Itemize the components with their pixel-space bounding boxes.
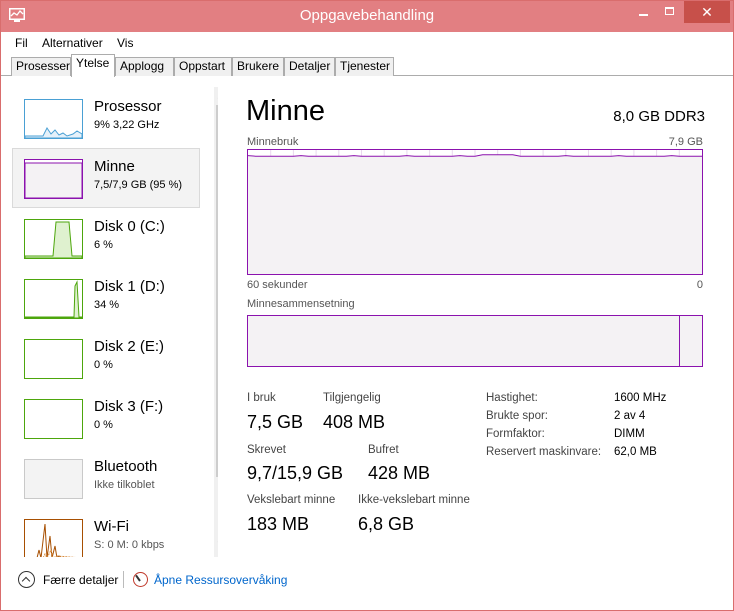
sidebar-item-wifi[interactable]: Wi-Fi S: 0 M: 0 kbps bbox=[12, 508, 200, 557]
sidebar-scrollbar[interactable]: ︿ ﹀ bbox=[214, 87, 218, 557]
minimize-icon bbox=[639, 14, 648, 16]
title-bar[interactable]: Oppgavebehandling ✕ bbox=[1, 1, 733, 32]
open-resource-monitor-link[interactable]: Åpne Ressursovervåking bbox=[154, 573, 287, 587]
tab-strip: Prosesser Ytelse Applogg Oppstart Bruker… bbox=[1, 53, 733, 77]
paged-pool-value: 183 MB bbox=[247, 514, 310, 534]
tab-services[interactable]: Tjenester bbox=[335, 57, 394, 76]
disk-2-value: 0 % bbox=[94, 359, 113, 371]
available-label: Tilgjengelig bbox=[323, 392, 381, 404]
memory-value: 7,5/7,9 GB (95 %) bbox=[94, 179, 183, 191]
slots-value: 2 av 4 bbox=[614, 410, 646, 422]
memory-usage-area bbox=[248, 154, 702, 274]
maximize-icon bbox=[665, 7, 674, 15]
memory-spec: 8,0 GB DDR3 bbox=[613, 108, 705, 125]
in-use-value: 7,5 GB bbox=[247, 412, 304, 432]
wifi-label: Wi-Fi bbox=[94, 518, 129, 535]
menu-file[interactable]: Fil bbox=[15, 36, 28, 50]
time-axis-left: 60 sekunder bbox=[247, 279, 308, 291]
committed-value: 9,7/15,9 GB bbox=[247, 463, 344, 483]
memory-usage-chart bbox=[247, 150, 702, 274]
fewer-details-button[interactable]: Færre detaljer bbox=[43, 573, 118, 587]
memory-thumbnail-graph bbox=[24, 159, 83, 199]
disk-1-thumbnail-graph bbox=[24, 279, 83, 319]
sidebar-item-memory[interactable]: Minne 7,5/7,9 GB (95 %) bbox=[12, 148, 200, 208]
footer-bar: Færre detaljer Åpne Ressursovervåking bbox=[1, 561, 733, 597]
non-paged-pool-label: Ikke-vekslebart minne bbox=[358, 494, 470, 506]
sidebar-item-bluetooth[interactable]: Bluetooth Ikke tilkoblet bbox=[12, 448, 200, 508]
scroll-thumb[interactable] bbox=[216, 105, 218, 477]
memory-detail-panel: Minne 8,0 GB DDR3 Minnebruk 7,9 GB 60 se… bbox=[233, 87, 723, 557]
speed-value: 1600 MHz bbox=[614, 392, 667, 404]
composition-label: Minnesammensetning bbox=[247, 298, 355, 310]
disk-3-thumbnail-graph bbox=[24, 399, 83, 439]
time-axis-right: 0 bbox=[696, 279, 703, 291]
sidebar-item-cpu[interactable]: Prosessor 9% 3,22 GHz bbox=[12, 88, 200, 148]
disk-0-value: 6 % bbox=[94, 239, 113, 251]
cpu-label: Prosessor bbox=[94, 98, 162, 115]
memory-label: Minne bbox=[94, 158, 135, 175]
menu-view[interactable]: Vis bbox=[117, 36, 133, 50]
disk-2-label: Disk 2 (E:) bbox=[94, 338, 165, 355]
non-paged-pool-value: 6,8 GB bbox=[358, 514, 415, 534]
cached-value: 428 MB bbox=[368, 463, 431, 483]
task-manager-window: Oppgavebehandling ✕ Fil Alternativer Vis… bbox=[0, 0, 734, 611]
paged-pool-label: Vekslebart minne bbox=[247, 494, 336, 506]
usage-graph-label: Minnebruk bbox=[247, 136, 299, 148]
scroll-down-arrow-icon[interactable]: ﹀ bbox=[214, 539, 219, 556]
sidebar-item-disk-3[interactable]: Disk 3 (F:) 0 % bbox=[12, 388, 200, 448]
close-icon: ✕ bbox=[701, 4, 713, 20]
cached-label: Bufret bbox=[368, 444, 399, 456]
slots-label: Brukte spor: bbox=[486, 410, 548, 422]
window-title: Oppgavebehandling bbox=[299, 7, 435, 24]
disk-2-thumbnail-graph bbox=[24, 339, 83, 379]
tab-startup[interactable]: Oppstart bbox=[174, 57, 232, 76]
disk-3-value: 0 % bbox=[94, 419, 113, 431]
disk-3-label: Disk 3 (F:) bbox=[94, 398, 164, 415]
wifi-thumbnail-graph bbox=[24, 519, 83, 557]
form-factor-label: Formfaktor: bbox=[486, 428, 545, 440]
tab-performance[interactable]: Ytelse bbox=[71, 54, 115, 77]
disk-1-label: Disk 1 (D:) bbox=[94, 278, 165, 295]
usage-graph-max: 7,9 GB bbox=[668, 136, 703, 148]
reserved-label: Reservert maskinvare: bbox=[486, 446, 602, 458]
tab-processes[interactable]: Prosesser bbox=[11, 57, 71, 76]
speed-label: Hastighet: bbox=[486, 392, 538, 404]
tab-details[interactable]: Detaljer bbox=[284, 57, 335, 76]
memory-composition-bar bbox=[247, 315, 703, 367]
disk-1-value: 34 % bbox=[94, 299, 120, 311]
sidebar-item-disk-1[interactable]: Disk 1 (D:) 34 % bbox=[12, 268, 200, 328]
menu-options[interactable]: Alternativer bbox=[42, 36, 103, 50]
menu-bar: Fil Alternativer Vis bbox=[1, 32, 733, 53]
tab-app-history[interactable]: Applogg bbox=[115, 57, 174, 76]
resource-sidebar: Prosessor 9% 3,22 GHz Minne 7,5/7,9 GB (… bbox=[12, 87, 218, 557]
memory-usage-graph bbox=[247, 149, 703, 275]
close-button[interactable]: ✕ bbox=[684, 1, 730, 23]
bluetooth-label: Bluetooth bbox=[94, 458, 158, 475]
in-use-label: I bruk bbox=[247, 392, 276, 404]
composition-in-use-segment bbox=[248, 316, 680, 366]
disk-0-label: Disk 0 (C:) bbox=[94, 218, 165, 235]
sidebar-item-disk-0[interactable]: Disk 0 (C:) 6 % bbox=[12, 208, 200, 268]
tab-users[interactable]: Brukere bbox=[232, 57, 284, 76]
cpu-thumbnail-graph bbox=[24, 99, 83, 139]
maximize-button[interactable] bbox=[657, 1, 683, 23]
disk-0-thumbnail-graph bbox=[24, 219, 83, 259]
scroll-up-arrow-icon[interactable]: ︿ bbox=[214, 87, 219, 104]
committed-label: Skrevet bbox=[247, 444, 286, 456]
reserved-value: 62,0 MB bbox=[614, 446, 657, 458]
bluetooth-status: Ikke tilkoblet bbox=[94, 479, 155, 491]
bluetooth-thumbnail bbox=[24, 459, 83, 499]
page-title: Minne bbox=[246, 95, 325, 127]
minimize-button[interactable] bbox=[631, 1, 657, 23]
sidebar-item-disk-2[interactable]: Disk 2 (E:) 0 % bbox=[12, 328, 200, 388]
footer-divider bbox=[123, 571, 124, 588]
wifi-value: S: 0 M: 0 kbps bbox=[94, 539, 165, 551]
cpu-value: 9% 3,22 GHz bbox=[94, 119, 160, 131]
resource-monitor-icon[interactable] bbox=[133, 572, 148, 587]
chevron-up-icon[interactable] bbox=[18, 571, 35, 588]
available-value: 408 MB bbox=[323, 412, 386, 432]
form-factor-value: DIMM bbox=[614, 428, 645, 440]
